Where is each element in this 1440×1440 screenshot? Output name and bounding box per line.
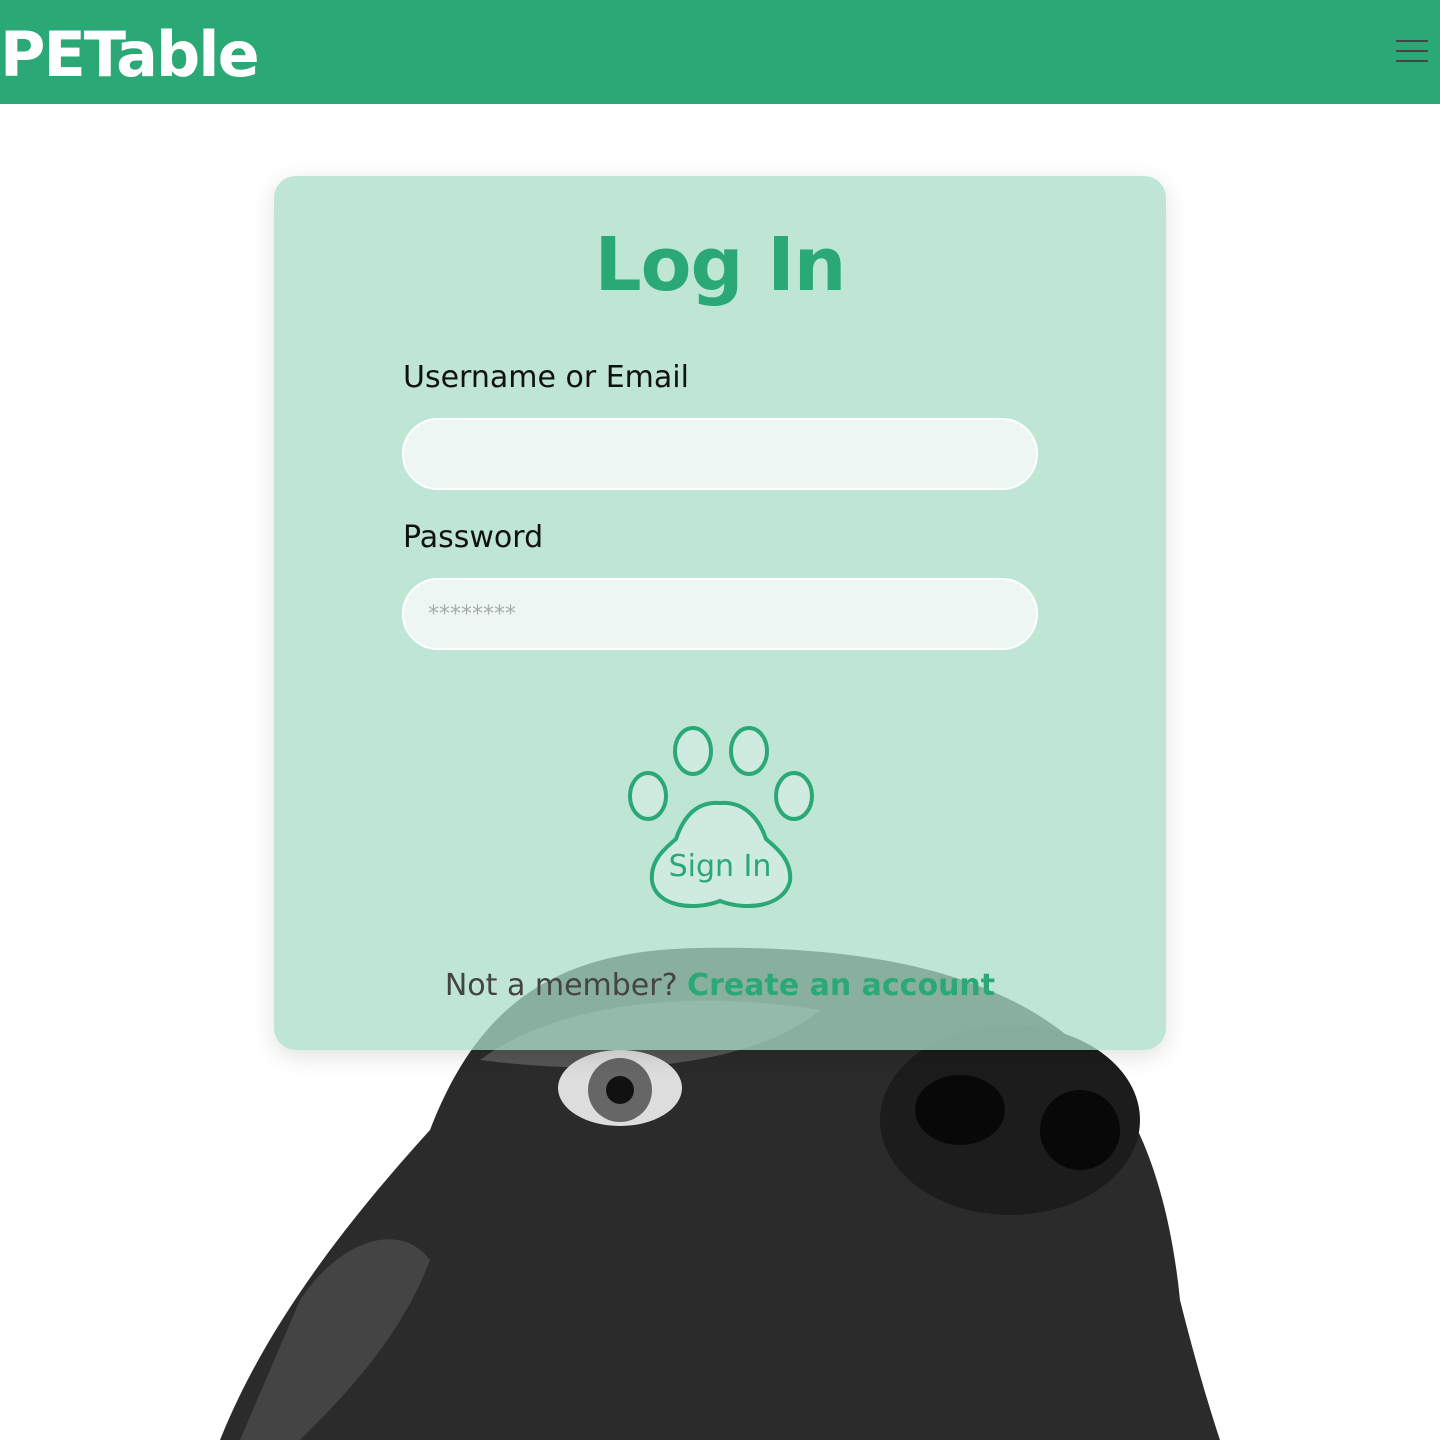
create-account-link[interactable]: Create an account xyxy=(687,968,995,1003)
sign-in-button[interactable]: Sign In xyxy=(624,721,816,913)
page-title: Log In xyxy=(594,222,847,308)
top-navbar: PETable xyxy=(0,0,1440,104)
paw-icon xyxy=(628,726,814,909)
username-label: Username or Email xyxy=(403,360,689,395)
brand-logo[interactable]: PETable xyxy=(0,18,260,91)
login-card: Log In Username or Email Password Sign I… xyxy=(274,176,1166,1050)
password-input[interactable] xyxy=(402,578,1038,650)
username-input[interactable] xyxy=(402,418,1038,490)
password-label: Password xyxy=(403,520,544,555)
signup-prompt: Not a member? Create an account xyxy=(274,968,1166,1003)
not-member-text: Not a member? xyxy=(444,968,678,1003)
hamburger-menu-icon[interactable] xyxy=(1396,40,1428,64)
sign-in-label: Sign In xyxy=(668,849,772,884)
